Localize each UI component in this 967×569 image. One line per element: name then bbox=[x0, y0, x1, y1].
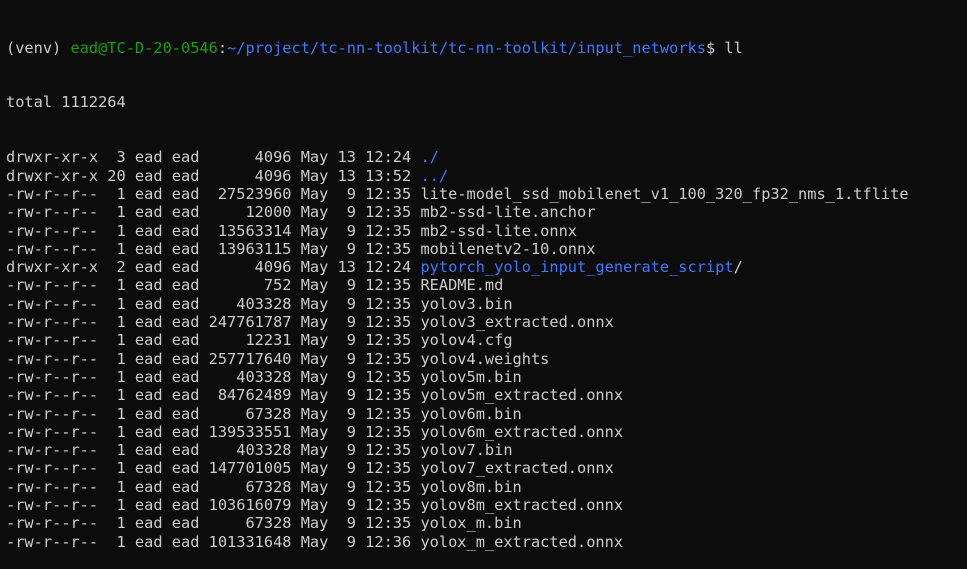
table-row: -rw-r--r-- 1 ead ead 103616079 May 9 12:… bbox=[6, 496, 967, 514]
file-name: yolov4.weights bbox=[420, 349, 550, 368]
table-row: drwxr-xr-x 3 ead ead 4096 May 13 12:24 .… bbox=[6, 148, 967, 166]
file-metadata: drwxr-xr-x 3 ead ead 4096 May 13 12:24 bbox=[6, 148, 421, 167]
file-metadata: -rw-r--r-- 1 ead ead 12231 May 9 12:35 bbox=[6, 331, 421, 350]
file-name: yolov3.bin bbox=[420, 294, 513, 313]
table-row: -rw-r--r-- 1 ead ead 84762489 May 9 12:3… bbox=[6, 386, 967, 404]
table-row: -rw-r--r-- 1 ead ead 101331648 May 9 12:… bbox=[6, 533, 967, 551]
total-line: total 1112264 bbox=[6, 93, 126, 112]
table-row: -rw-r--r-- 1 ead ead 403328 May 9 12:35 … bbox=[6, 295, 967, 313]
file-name: yolox_m.bin bbox=[420, 514, 522, 533]
prompt-symbol: $ bbox=[705, 38, 725, 57]
file-metadata: -rw-r--r-- 1 ead ead 752 May 9 12:35 bbox=[6, 276, 421, 295]
table-row: -rw-r--r-- 1 ead ead 67328 May 9 12:35 y… bbox=[6, 478, 967, 496]
file-metadata: drwxr-xr-x 20 ead ead 4096 May 13 13:52 bbox=[6, 166, 421, 185]
file-name: yolov6m.bin bbox=[420, 404, 522, 423]
command-text: ll bbox=[724, 38, 743, 57]
table-row: -rw-r--r-- 1 ead ead 147701005 May 9 12:… bbox=[6, 459, 967, 477]
file-metadata: -rw-r--r-- 1 ead ead 67328 May 9 12:35 bbox=[6, 514, 421, 533]
file-metadata: -rw-r--r-- 1 ead ead 13963115 May 9 12:3… bbox=[6, 239, 421, 258]
table-row: drwxr-xr-x 2 ead ead 4096 May 13 12:24 p… bbox=[6, 258, 967, 276]
working-directory: ~/project/tc-nn-toolkit/tc-nn-toolkit/in… bbox=[227, 38, 706, 57]
file-metadata: -rw-r--r-- 1 ead ead 403328 May 9 12:35 bbox=[6, 367, 421, 386]
table-row: drwxr-xr-x 20 ead ead 4096 May 13 13:52 … bbox=[6, 167, 967, 185]
file-metadata: -rw-r--r-- 1 ead ead 84762489 May 9 12:3… bbox=[6, 386, 421, 405]
prompt-colon: : bbox=[217, 38, 228, 57]
table-row: -rw-r--r-- 1 ead ead 27523960 May 9 12:3… bbox=[6, 185, 967, 203]
file-metadata: -rw-r--r-- 1 ead ead 12000 May 9 12:35 bbox=[6, 203, 421, 222]
file-name: yolov3_extracted.onnx bbox=[420, 313, 614, 332]
file-metadata: -rw-r--r-- 1 ead ead 67328 May 9 12:35 bbox=[6, 404, 421, 423]
file-name: yolov7_extracted.onnx bbox=[420, 459, 614, 478]
table-row: -rw-r--r-- 1 ead ead 257717640 May 9 12:… bbox=[6, 350, 967, 368]
table-row: -rw-r--r-- 1 ead ead 67328 May 9 12:35 y… bbox=[6, 405, 967, 423]
file-listing: drwxr-xr-x 3 ead ead 4096 May 13 12:24 .… bbox=[6, 148, 967, 551]
prompt-line: (venv) ead@TC-D-20-0546:~/project/tc-nn-… bbox=[6, 39, 967, 57]
file-name: yolox_m_extracted.onnx bbox=[420, 532, 624, 551]
file-metadata: -rw-r--r-- 1 ead ead 247761787 May 9 12:… bbox=[6, 313, 421, 332]
file-metadata: -rw-r--r-- 1 ead ead 101331648 May 9 12:… bbox=[6, 532, 421, 551]
file-metadata: -rw-r--r-- 1 ead ead 27523960 May 9 12:3… bbox=[6, 184, 421, 203]
table-row: -rw-r--r-- 1 ead ead 13563314 May 9 12:3… bbox=[6, 222, 967, 240]
table-row: -rw-r--r-- 1 ead ead 67328 May 9 12:35 y… bbox=[6, 514, 967, 532]
directory-name: ../ bbox=[420, 166, 449, 185]
venv-indicator: (venv) bbox=[6, 38, 71, 57]
file-metadata: -rw-r--r-- 1 ead ead 103616079 May 9 12:… bbox=[6, 496, 421, 515]
table-row: -rw-r--r-- 1 ead ead 13963115 May 9 12:3… bbox=[6, 240, 967, 258]
directory-name: pytorch_yolo_input_generate_script bbox=[420, 258, 734, 277]
file-name: mobilenetv2-10.onnx bbox=[420, 239, 596, 258]
file-name: yolov8m_extracted.onnx bbox=[420, 496, 624, 515]
file-name: README.md bbox=[420, 276, 504, 295]
file-name: yolov4.cfg bbox=[420, 331, 513, 350]
directory-name: ./ bbox=[420, 148, 439, 167]
file-name: yolov5m.bin bbox=[420, 367, 522, 386]
file-metadata: -rw-r--r-- 1 ead ead 67328 May 9 12:35 bbox=[6, 477, 421, 496]
file-metadata: -rw-r--r-- 1 ead ead 139533551 May 9 12:… bbox=[6, 422, 421, 441]
table-row: -rw-r--r-- 1 ead ead 403328 May 9 12:35 … bbox=[6, 368, 967, 386]
file-metadata: -rw-r--r-- 1 ead ead 147701005 May 9 12:… bbox=[6, 459, 421, 478]
table-row: -rw-r--r-- 1 ead ead 752 May 9 12:35 REA… bbox=[6, 276, 967, 294]
file-name: yolov5m_extracted.onnx bbox=[420, 386, 624, 405]
file-name: lite-model_ssd_mobilenet_v1_100_320_fp32… bbox=[420, 184, 909, 203]
file-name: yolov6m_extracted.onnx bbox=[420, 422, 624, 441]
terminal-window[interactable]: (venv) ead@TC-D-20-0546:~/project/tc-nn-… bbox=[0, 0, 967, 569]
file-name: mb2-ssd-lite.onnx bbox=[420, 221, 577, 240]
file-metadata: -rw-r--r-- 1 ead ead 13563314 May 9 12:3… bbox=[6, 221, 421, 240]
table-row: -rw-r--r-- 1 ead ead 12231 May 9 12:35 y… bbox=[6, 331, 967, 349]
table-row: -rw-r--r-- 1 ead ead 12000 May 9 12:35 m… bbox=[6, 203, 967, 221]
user-host: ead@TC-D-20-0546 bbox=[70, 38, 218, 57]
table-row: -rw-r--r-- 1 ead ead 139533551 May 9 12:… bbox=[6, 423, 967, 441]
file-metadata: -rw-r--r-- 1 ead ead 257717640 May 9 12:… bbox=[6, 349, 421, 368]
file-metadata: drwxr-xr-x 2 ead ead 4096 May 13 12:24 bbox=[6, 258, 421, 277]
file-name: yolov8m.bin bbox=[420, 477, 522, 496]
file-metadata: -rw-r--r-- 1 ead ead 403328 May 9 12:35 bbox=[6, 294, 421, 313]
table-row: -rw-r--r-- 1 ead ead 247761787 May 9 12:… bbox=[6, 313, 967, 331]
file-name: mb2-ssd-lite.anchor bbox=[420, 203, 596, 222]
directory-suffix: / bbox=[733, 258, 743, 277]
